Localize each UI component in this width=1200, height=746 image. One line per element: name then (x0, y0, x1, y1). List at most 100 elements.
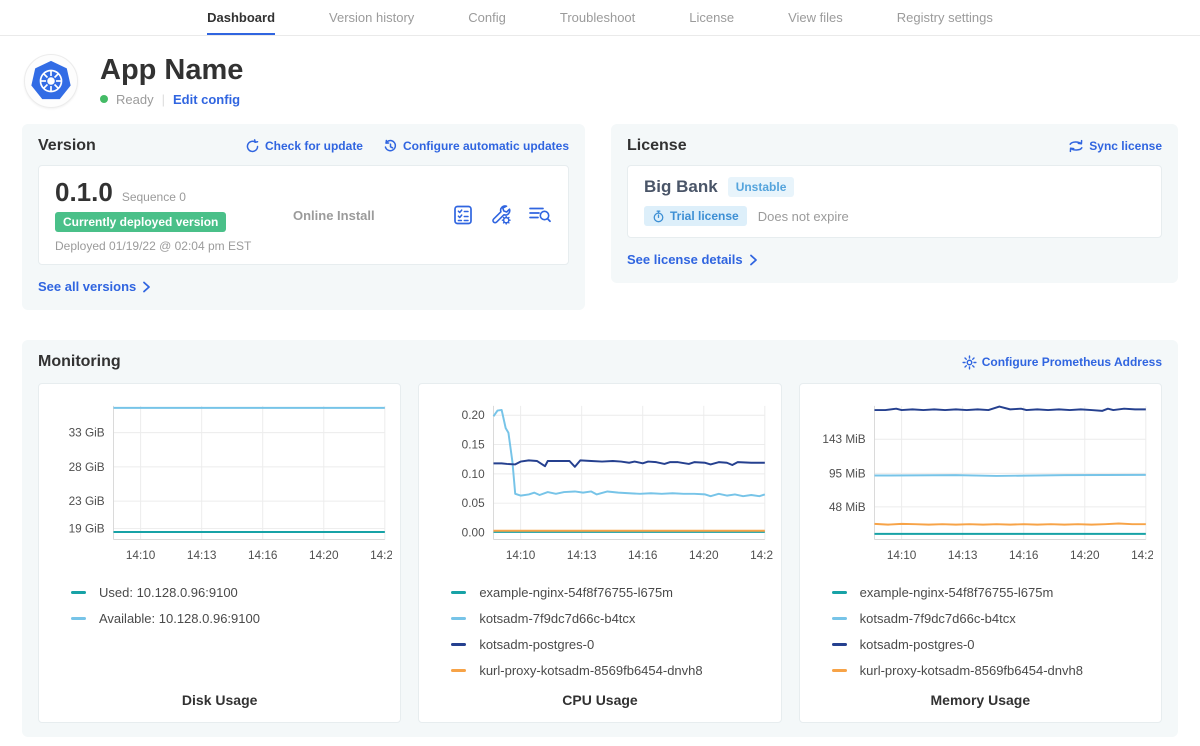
legend-label: kotsadm-postgres-0 (479, 637, 594, 652)
configure-prometheus-button[interactable]: Configure Prometheus Address (962, 355, 1162, 370)
deployed-timestamp: Deployed 01/19/22 @ 02:04 pm EST (55, 239, 293, 253)
disk-usage-chart-card: 14:1014:1314:1614:2014:2333 GiB28 GiB23 … (38, 383, 401, 723)
svg-text:0.20: 0.20 (462, 409, 485, 422)
legend-item: example-nginx-54f8f76755-l675m (832, 585, 1153, 600)
legend-label: kotsadm-7f9dc7d66c-b4tcx (479, 611, 635, 626)
wrench-gear-icon (489, 203, 513, 227)
legend-color-dash (451, 591, 466, 594)
sync-license-button[interactable]: Sync license (1068, 139, 1162, 153)
see-license-details-link[interactable]: See license details (627, 252, 758, 267)
svg-text:14:16: 14:16 (1009, 549, 1039, 562)
legend-label: example-nginx-54f8f76755-l675m (479, 585, 673, 600)
check-for-update-button[interactable]: Check for update (245, 139, 363, 154)
tab-config[interactable]: Config (468, 0, 506, 35)
cpu-usage-chart-card: 14:1014:1314:1614:2014:230.200.150.100.0… (418, 383, 781, 723)
chart-title: Disk Usage (47, 692, 392, 714)
legend-label: kotsadm-postgres-0 (860, 637, 975, 652)
license-type-badge: Trial license (644, 206, 747, 226)
legend-color-dash (832, 669, 847, 672)
chart-title: CPU Usage (427, 692, 772, 714)
file-search-icon (528, 204, 552, 226)
legend-color-dash (71, 617, 86, 620)
license-details-card: Big Bank Unstable Trial license Does not… (627, 165, 1162, 238)
svg-text:0.10: 0.10 (462, 468, 485, 481)
monitoring-panel: Monitoring Configure Prometheus Address … (22, 340, 1178, 737)
legend-item: Available: 10.128.0.96:9100 (71, 611, 392, 626)
svg-text:14:20: 14:20 (309, 549, 339, 562)
legend-label: Used: 10.128.0.96:9100 (99, 585, 238, 600)
cpu-usage-chart: 14:1014:1314:1614:2014:230.200.150.100.0… (427, 396, 772, 571)
legend-label: kurl-proxy-kotsadm-8569fb6454-dnvh8 (479, 663, 702, 678)
edit-config-version-button[interactable] (489, 203, 513, 227)
license-panel: License Sync license Big Bank Unstable (611, 124, 1178, 283)
sync-arrows-icon (1068, 139, 1084, 153)
svg-text:14:10: 14:10 (887, 549, 917, 562)
disk-usage-legend: Used: 10.128.0.96:9100 Available: 10.128.… (47, 585, 392, 626)
version-panel: Version Check for update Configure au (22, 124, 585, 310)
svg-text:19 GiB: 19 GiB (69, 523, 105, 536)
chart-title: Memory Usage (808, 692, 1153, 714)
chevron-right-icon (142, 281, 151, 293)
customer-name: Big Bank (644, 177, 718, 197)
gear-icon (962, 355, 977, 370)
svg-text:143 MiB: 143 MiB (822, 433, 865, 446)
svg-text:0.15: 0.15 (462, 438, 485, 451)
legend-color-dash (832, 617, 847, 620)
legend-color-dash (451, 669, 466, 672)
memory-usage-chart: 14:1014:1314:1614:2014:23143 MiB95 MiB48… (808, 396, 1153, 571)
page-title: App Name (100, 55, 243, 85)
legend-color-dash (451, 617, 466, 620)
kubernetes-logo-icon (24, 54, 78, 108)
channel-badge: Unstable (728, 177, 795, 197)
tab-registry-settings[interactable]: Registry settings (897, 0, 993, 35)
svg-text:14:10: 14:10 (506, 549, 536, 562)
legend-color-dash (451, 643, 466, 646)
legend-item: kotsadm-7f9dc7d66c-b4tcx (832, 611, 1153, 626)
svg-text:0.00: 0.00 (462, 526, 485, 539)
divider: | (162, 92, 165, 107)
tab-dashboard[interactable]: Dashboard (207, 0, 275, 35)
legend-label: kotsadm-7f9dc7d66c-b4tcx (860, 611, 1016, 626)
top-nav: Dashboard Version history Config Trouble… (0, 0, 1200, 36)
stopwatch-icon (652, 210, 665, 223)
svg-text:14:16: 14:16 (248, 549, 278, 562)
svg-text:48 MiB: 48 MiB (829, 501, 866, 514)
clock-refresh-icon (383, 139, 398, 154)
legend-label: example-nginx-54f8f76755-l675m (860, 585, 1054, 600)
svg-text:14:20: 14:20 (689, 549, 719, 562)
svg-text:23 GiB: 23 GiB (69, 495, 105, 508)
svg-text:14:20: 14:20 (1070, 549, 1100, 562)
deploy-logs-button[interactable] (528, 204, 552, 226)
version-panel-title: Version (38, 137, 96, 155)
svg-text:14:23: 14:23 (370, 549, 392, 562)
legend-item: kotsadm-postgres-0 (451, 637, 772, 652)
cpu-usage-legend: example-nginx-54f8f76755-l675m kotsadm-7f… (427, 585, 772, 678)
ready-status-dot (100, 95, 108, 103)
memory-usage-legend: example-nginx-54f8f76755-l675m kotsadm-7f… (808, 585, 1153, 678)
see-all-versions-link[interactable]: See all versions (38, 279, 151, 294)
tab-license[interactable]: License (689, 0, 734, 35)
svg-text:0.05: 0.05 (462, 497, 485, 510)
legend-item: example-nginx-54f8f76755-l675m (451, 585, 772, 600)
install-type-label: Online Install (293, 208, 452, 223)
legend-color-dash (832, 591, 847, 594)
legend-color-dash (71, 591, 86, 594)
app-status-text: Ready (116, 92, 154, 107)
tab-troubleshoot[interactable]: Troubleshoot (560, 0, 635, 35)
svg-text:14:16: 14:16 (628, 549, 658, 562)
app-header: App Name Ready | Edit config (0, 36, 1200, 108)
memory-usage-chart-card: 14:1014:1314:1614:2014:23143 MiB95 MiB48… (799, 383, 1162, 723)
version-number: 0.1.0 (55, 177, 113, 208)
legend-label: kurl-proxy-kotsadm-8569fb6454-dnvh8 (860, 663, 1083, 678)
tab-version-history[interactable]: Version history (329, 0, 414, 35)
legend-item: Used: 10.128.0.96:9100 (71, 585, 392, 600)
svg-text:28 GiB: 28 GiB (69, 461, 105, 474)
monitoring-title: Monitoring (38, 353, 121, 371)
tab-view-files[interactable]: View files (788, 0, 843, 35)
edit-config-link[interactable]: Edit config (173, 92, 240, 107)
preflight-checks-button[interactable] (452, 204, 474, 226)
sequence-label: Sequence 0 (122, 190, 186, 204)
legend-item: kurl-proxy-kotsadm-8569fb6454-dnvh8 (451, 663, 772, 678)
license-expiration: Does not expire (758, 209, 849, 224)
configure-automatic-updates-button[interactable]: Configure automatic updates (383, 139, 569, 154)
